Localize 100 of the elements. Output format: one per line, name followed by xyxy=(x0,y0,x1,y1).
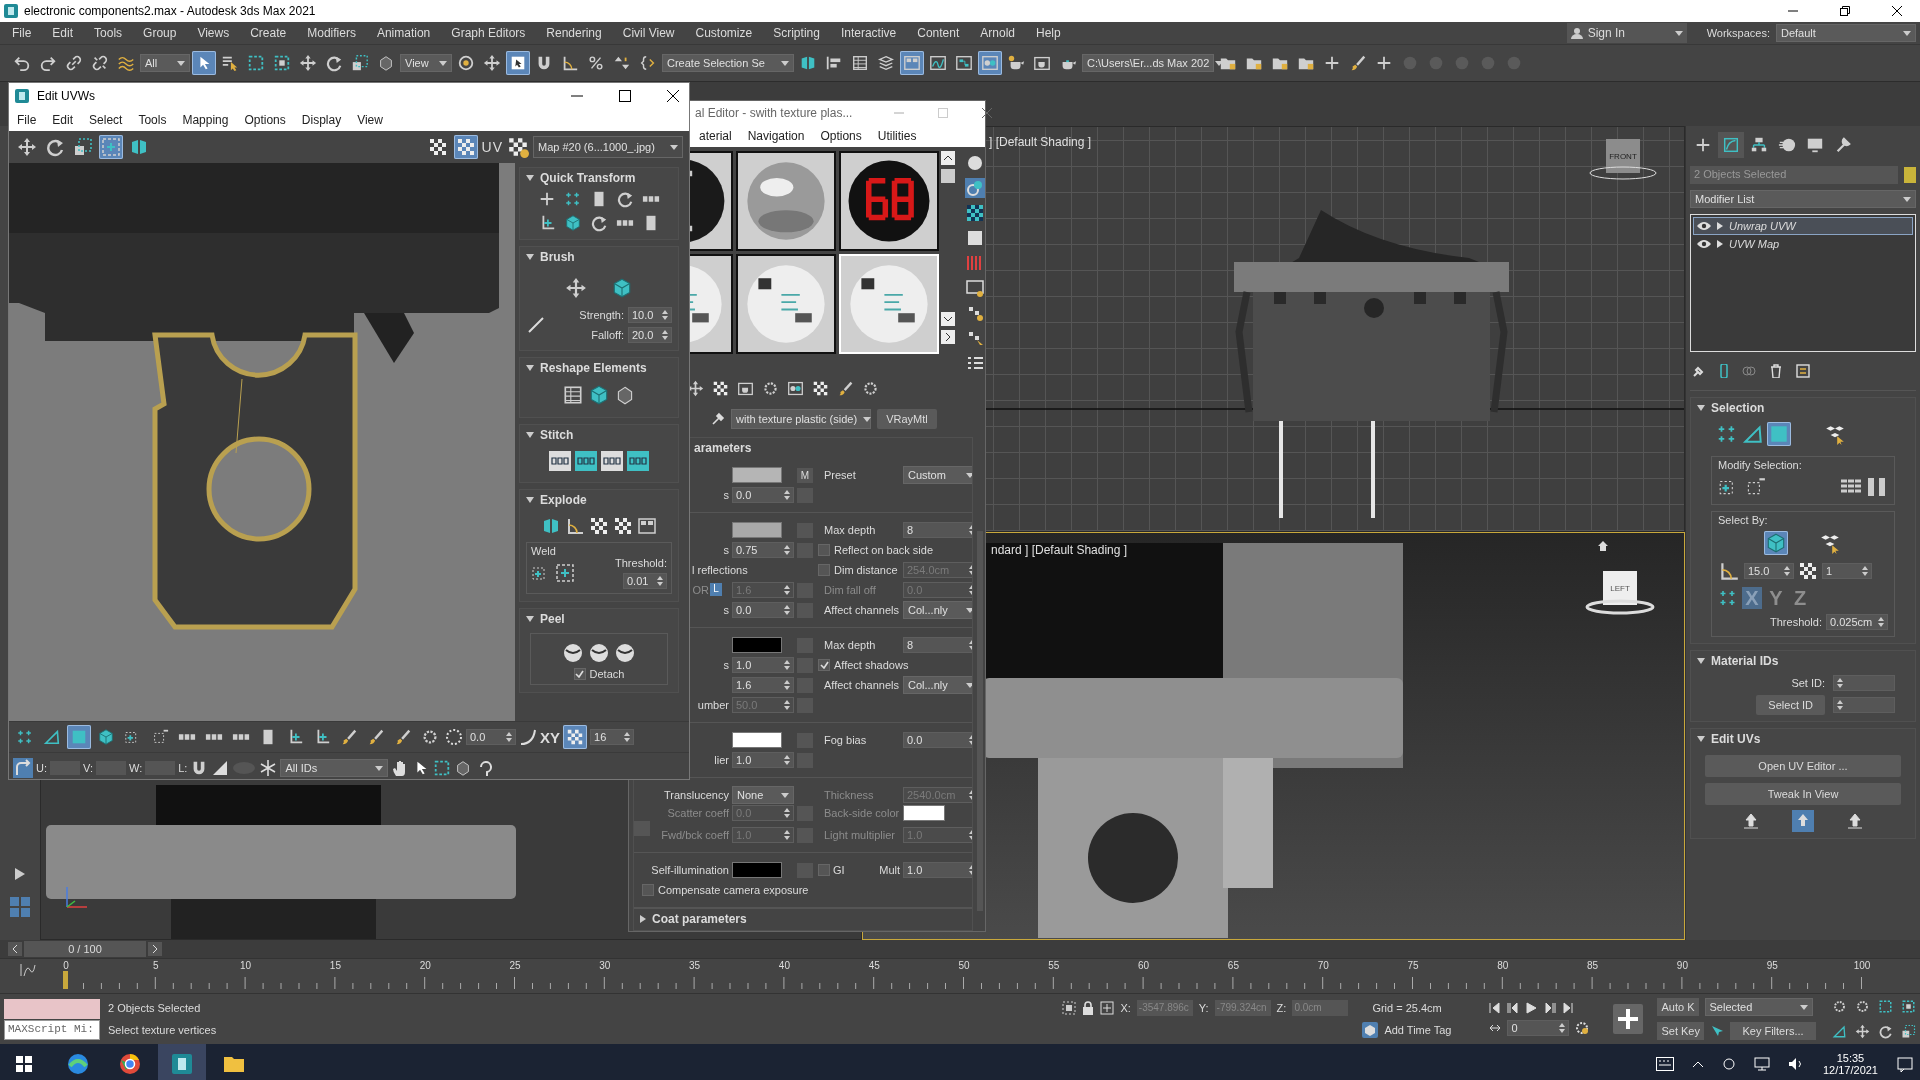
viewcube[interactable]: FRONT xyxy=(1606,139,1640,173)
toolbar-dropdown[interactable]: All xyxy=(140,54,190,72)
angle-spinner[interactable]: 15.0 xyxy=(1744,563,1794,579)
material-name-dropdown[interactable]: with texture plastic (side) xyxy=(731,409,871,429)
frame-number: 75 xyxy=(1407,960,1419,971)
value-spinner[interactable]: 1.0 xyxy=(903,862,972,878)
maxscript-field[interactable]: MAXScript Mi: xyxy=(4,1019,100,1040)
rollout-title[interactable]: Quick Transform xyxy=(540,171,636,185)
dropdown[interactable]: Custom xyxy=(903,466,972,484)
frame-number: 0 xyxy=(63,960,69,971)
menu-item[interactable]: View xyxy=(349,113,391,127)
weld-label: Weld xyxy=(531,545,557,557)
grid-spinner[interactable]: 16 xyxy=(590,729,634,745)
dropdown[interactable]: Col...nly xyxy=(903,601,972,619)
rollout-title[interactable]: Material IDs xyxy=(1711,654,1779,668)
falloff-spinner[interactable]: 20.0 xyxy=(628,327,672,343)
menu-item[interactable]: Interactive xyxy=(828,26,906,40)
menu-item[interactable]: Utilities xyxy=(869,129,925,143)
uv-button[interactable]: UV xyxy=(481,139,503,155)
menu-item[interactable]: File xyxy=(0,26,41,40)
time-slider-thumb[interactable]: 0 / 100 xyxy=(24,941,146,957)
modifier-item[interactable]: UVW Map xyxy=(1693,235,1913,253)
menu-item[interactable]: Select xyxy=(81,113,131,127)
menu-item[interactable]: Options xyxy=(236,113,294,127)
count-spinner[interactable]: 1 xyxy=(1822,563,1872,579)
rollout-title[interactable]: Peel xyxy=(540,612,565,626)
menu-item[interactable]: Display xyxy=(293,113,350,127)
menu-item[interactable]: Mapping xyxy=(174,113,237,127)
workspaces-dropdown[interactable]: Default xyxy=(1776,24,1916,42)
viewport-label[interactable]: ndard ] [Default Shading ] xyxy=(991,543,1128,557)
menu-item[interactable]: Scripting xyxy=(761,26,829,40)
menu-item[interactable]: Navigation xyxy=(739,129,813,143)
map-button[interactable]: M xyxy=(797,467,813,483)
sign-in-button[interactable]: Sign In xyxy=(1566,23,1687,43)
panel-button[interactable]: Tweak In View xyxy=(1705,783,1901,805)
value-spinner[interactable]: 0.0 xyxy=(903,732,972,748)
menu-item[interactable]: Content xyxy=(905,26,969,40)
rollout-title[interactable]: arameters xyxy=(694,441,752,455)
menu-item[interactable]: Help xyxy=(1023,26,1070,40)
select-id-button[interactable]: Select ID xyxy=(1756,695,1825,715)
menu-item[interactable]: Tools xyxy=(82,26,132,40)
value-spinner[interactable]: 0.0 xyxy=(732,487,794,503)
rollout-title[interactable]: Brush xyxy=(540,250,575,264)
rollout-title[interactable]: Stitch xyxy=(540,428,574,442)
menu-item[interactable]: Edit xyxy=(44,113,82,127)
value-spinner[interactable]: 1.0 xyxy=(732,657,794,673)
material-type-button[interactable]: VRayMtl xyxy=(877,409,937,429)
modifier-item[interactable]: Unwrap UVW xyxy=(1693,217,1913,235)
rollout-title[interactable]: Explode xyxy=(540,493,587,507)
menu-item[interactable]: Rendering xyxy=(534,26,611,40)
auto-key-button[interactable]: Auto K xyxy=(1657,998,1699,1016)
map-dropdown[interactable]: Map #20 (6...1000_.jpg) xyxy=(533,136,683,158)
value-spinner[interactable]: 0.0 xyxy=(732,602,794,618)
panel-button[interactable]: Open UV Editor ... xyxy=(1705,755,1901,777)
value-spinner[interactable]: 1.6 xyxy=(732,677,794,693)
add-time-tag-button[interactable]: Add Time Tag xyxy=(1384,1024,1452,1036)
toolbar-dropdown[interactable]: Create Selection Se xyxy=(662,54,794,72)
value-spinner[interactable]: 8 xyxy=(903,637,972,653)
value-spinner[interactable]: 0.75 xyxy=(732,542,794,558)
dropdown[interactable]: Col...nly xyxy=(903,676,972,694)
material-id-dropdown[interactable]: All IDs xyxy=(280,759,389,777)
viewcube[interactable]: LEFT xyxy=(1603,571,1637,605)
falloff-label: Falloff: xyxy=(591,329,624,341)
set-key-button[interactable]: Set Key xyxy=(1657,1022,1704,1040)
value-spinner[interactable]: 1.0 xyxy=(732,752,794,768)
axis-toggle-button[interactable]: XY xyxy=(540,728,560,746)
key-mode-dropdown[interactable]: Selected xyxy=(1704,998,1813,1016)
menu-item[interactable]: Customize xyxy=(683,26,762,40)
rollout-title[interactable]: Edit UVs xyxy=(1711,732,1761,746)
value-spinner[interactable]: 8 xyxy=(903,522,972,538)
strength-spinner[interactable]: 10.0 xyxy=(628,307,672,323)
menu-item[interactable]: Animation xyxy=(364,26,440,40)
modifier-list-dropdown[interactable]: Modifier List xyxy=(1690,190,1916,208)
current-frame-spinner[interactable]: 0 xyxy=(1507,1020,1570,1036)
menu-item[interactable]: Options xyxy=(812,129,870,143)
frame-number: 85 xyxy=(1587,960,1599,971)
menu-item[interactable]: Graph Editors xyxy=(439,26,535,40)
rollout-title[interactable]: Selection xyxy=(1711,401,1765,415)
menu-item[interactable]: Group xyxy=(131,26,186,40)
menu-item[interactable]: aterial xyxy=(691,129,740,143)
threshold-spinner[interactable]: 0.01 xyxy=(623,573,667,589)
dropdown[interactable]: None xyxy=(732,786,794,804)
rollout-title[interactable]: Reshape Elements xyxy=(540,361,647,375)
menu-item[interactable]: Create xyxy=(238,26,296,40)
key-filters-button[interactable]: Key Filters... xyxy=(1730,1022,1816,1040)
viewport-label[interactable]: ] [Default Shading ] xyxy=(989,135,1092,149)
menu-item[interactable]: Civil View xyxy=(610,26,684,40)
menu-item[interactable]: Arnold xyxy=(968,26,1024,40)
toolbar-dropdown[interactable]: View xyxy=(400,54,452,72)
threshold-label: Threshold: xyxy=(1770,616,1822,628)
menu-item[interactable]: File xyxy=(9,113,45,127)
rotation-spinner[interactable]: 0.0 xyxy=(466,729,516,745)
menu-item[interactable]: Views xyxy=(185,26,239,40)
menu-item[interactable]: Edit xyxy=(40,26,83,40)
menu-item[interactable]: Tools xyxy=(130,113,175,127)
threshold-spinner[interactable]: 0.025cm xyxy=(1826,614,1888,630)
menu-item[interactable]: Modifiers xyxy=(295,26,365,40)
field-label: Max depth xyxy=(823,639,877,651)
rollout-title[interactable]: Coat parameters xyxy=(652,912,747,926)
frame-number: 15 xyxy=(329,960,341,971)
